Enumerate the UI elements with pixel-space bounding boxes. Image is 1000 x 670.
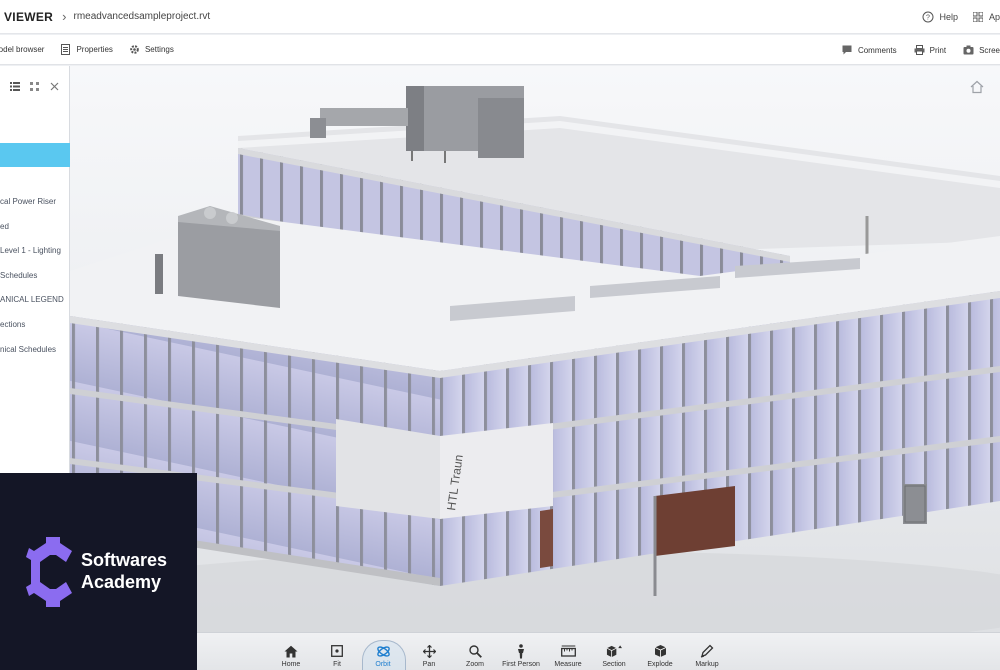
zoom-button[interactable]: Zoom <box>452 633 498 670</box>
print-button[interactable]: Print <box>914 45 946 56</box>
apps-label: Ap <box>988 12 1000 22</box>
app-title: VIEWER <box>4 9 54 24</box>
breadcrumb-separator: › <box>62 9 67 24</box>
screenshot-button[interactable]: Scree <box>963 45 1000 56</box>
list-item[interactable]: Level 1 - Lighting <box>0 246 64 271</box>
navigation-toolbar: Home Fit Orbit Pan Zoom First Person Mea… <box>197 632 1000 670</box>
list-item[interactable]: nical Schedules <box>0 345 64 370</box>
help-icon: ? <box>922 11 934 23</box>
list-item[interactable]: ections <box>0 320 64 345</box>
top-bar: VIEWER › rmeadvancedsampleproject.rvt ? … <box>0 0 1000 34</box>
tool-label: Zoom <box>466 661 484 668</box>
pan-icon <box>421 643 437 659</box>
tool-label: First Person <box>502 661 540 668</box>
help-label: Help <box>939 12 958 22</box>
secondary-toolbar-right: Comments Print Scree <box>825 35 1000 65</box>
top-right-actions: ? Help Ap <box>908 0 1000 34</box>
section-button[interactable]: Section <box>591 633 637 670</box>
close-icon[interactable] <box>50 81 60 92</box>
zoom-icon <box>467 643 483 659</box>
apps-grid-icon <box>972 11 984 23</box>
fit-icon <box>329 643 345 659</box>
settings-label: Settings <box>144 45 174 54</box>
properties-label: Properties <box>76 45 113 54</box>
viewer-app: VIEWER › rmeadvancedsampleproject.rvt ? … <box>0 0 1000 670</box>
tool-label: Pan <box>422 661 436 668</box>
properties-icon <box>60 44 71 55</box>
list-item[interactable]: cal Power Riser <box>0 197 64 222</box>
view-home-icon[interactable] <box>970 80 984 94</box>
markup-button[interactable]: Markup <box>684 633 730 670</box>
printer-icon <box>914 45 925 56</box>
tool-label: Fit <box>333 661 341 668</box>
model-browser-panel: cal Power Riser ed Level 1 - Lighting Sc… <box>0 66 70 474</box>
markup-icon <box>699 643 715 659</box>
tool-label: Home <box>281 661 301 668</box>
tool-label: Markup <box>695 661 719 668</box>
model-browser-button[interactable]: Model browser <box>0 45 44 54</box>
measure-button[interactable]: Measure <box>545 633 591 670</box>
screenshot-label: Scree <box>979 45 1000 55</box>
help-button[interactable]: ? Help <box>922 11 958 23</box>
home-button[interactable]: Home <box>268 633 314 670</box>
list-item[interactable]: Schedules <box>0 271 64 296</box>
measure-icon <box>560 643 576 659</box>
comments-label: Comments <box>857 45 897 55</box>
view-list: cal Power Riser ed Level 1 - Lighting Sc… <box>0 197 64 369</box>
logo-line-1: Softwares <box>81 550 168 570</box>
svg-text:?: ? <box>927 15 931 22</box>
gear-icon <box>129 44 140 55</box>
list-view-icon[interactable] <box>10 81 20 92</box>
section-icon <box>606 643 622 659</box>
selected-item-highlight[interactable] <box>0 143 70 167</box>
panel-header <box>0 76 70 96</box>
comment-icon <box>842 45 853 56</box>
settings-button[interactable]: Settings <box>129 44 174 55</box>
tool-label: Section <box>602 661 626 668</box>
tool-label: Measure <box>554 661 582 668</box>
logo-line-2: Academy <box>81 572 162 592</box>
apps-button[interactable]: Ap <box>972 11 1000 23</box>
print-label: Print <box>929 45 947 55</box>
logo-text: Softwares Academy <box>81 549 167 593</box>
grid-view-icon[interactable] <box>30 81 40 92</box>
tool-label: Explode <box>647 661 673 668</box>
first-person-icon <box>513 643 529 659</box>
comments-button[interactable]: Comments <box>842 45 897 56</box>
file-name[interactable]: rmeadvancedsampleproject.rvt <box>73 11 210 22</box>
pan-button[interactable]: Pan <box>406 633 452 670</box>
home-icon <box>283 643 299 659</box>
fit-button[interactable]: Fit <box>314 633 360 670</box>
orbit-button[interactable]: Orbit <box>360 633 406 670</box>
list-item[interactable]: ANICAL LEGEND <box>0 295 64 320</box>
properties-button[interactable]: Properties <box>60 44 113 55</box>
first-person-button[interactable]: First Person <box>498 633 544 670</box>
secondary-toolbar: Model browser Properties Settings Commen… <box>0 35 1000 65</box>
explode-icon <box>652 643 668 659</box>
orbit-icon <box>375 643 391 659</box>
list-item[interactable]: ed <box>0 222 64 247</box>
gear-logo-icon <box>26 537 72 607</box>
explode-button[interactable]: Explode <box>637 633 683 670</box>
model-browser-label: Model browser <box>0 45 45 54</box>
channel-logo: Softwares Academy <box>0 473 197 670</box>
tool-label: Orbit <box>375 661 391 668</box>
camera-icon <box>963 45 974 56</box>
